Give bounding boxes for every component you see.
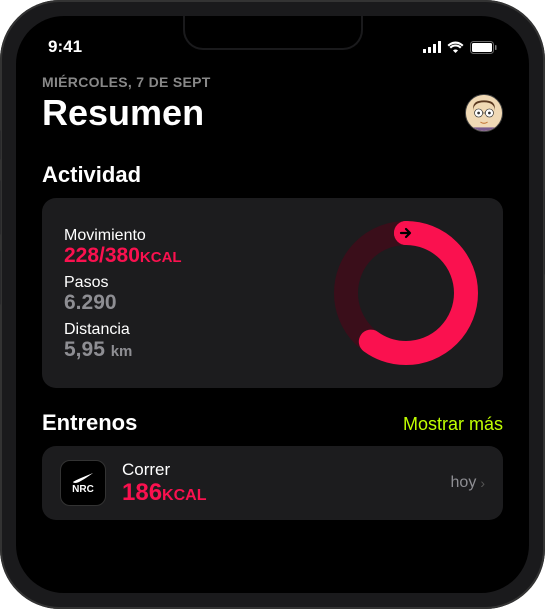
move-ring-icon [331, 218, 481, 368]
activity-section-title: Actividad [42, 162, 503, 188]
workout-time: hoy › [451, 474, 485, 492]
avatar[interactable] [465, 94, 503, 132]
steps-value: 6.290 [64, 292, 182, 313]
nike-swoosh-icon [71, 472, 95, 484]
workout-time-label: hoy [451, 474, 477, 492]
volume-down-button [0, 250, 1, 305]
distance-label: Distancia [64, 321, 182, 339]
steps-metric: Pasos 6.290 [64, 274, 182, 313]
wifi-icon [447, 41, 464, 53]
workout-calories-unit: KCAL [162, 487, 206, 504]
notch [183, 16, 363, 50]
move-value-unit: KCAL [140, 249, 182, 266]
date-label: MIÉRCOLES, 7 DE SEPT [42, 74, 503, 90]
workout-app-label: NRC [72, 484, 94, 495]
chevron-right-icon: › [480, 475, 485, 491]
distance-metric: Distancia 5,95 km [64, 321, 182, 360]
activity-metrics: Movimiento 228/380KCAL Pasos 6.290 Dista… [64, 227, 182, 360]
screen: 9:41 [16, 16, 529, 593]
distance-value: 5,95 km [64, 339, 182, 360]
workout-info: Correr 186KCAL [122, 460, 435, 506]
steps-label: Pasos [64, 274, 182, 292]
workouts-section-header: Entrenos Mostrar más [42, 410, 503, 436]
battery-icon [470, 41, 497, 54]
workout-calories: 186KCAL [122, 480, 435, 506]
cellular-icon [423, 41, 441, 53]
move-value-number: 228/380 [64, 244, 140, 267]
content-area[interactable]: MIÉRCOLES, 7 DE SEPT Resumen [16, 64, 529, 520]
distance-value-number: 5,95 [64, 338, 105, 361]
activity-ring [331, 218, 481, 368]
volume-up-button [0, 180, 1, 235]
workout-name: Correr [122, 460, 435, 480]
workout-card[interactable]: NRC Correr 186KCAL hoy › [42, 446, 503, 520]
move-value: 228/380KCAL [64, 245, 182, 266]
workout-calories-number: 186 [122, 479, 162, 506]
silence-switch [0, 130, 1, 160]
status-icons [423, 41, 497, 54]
move-metric: Movimiento 228/380KCAL [64, 227, 182, 266]
device-frame: 9:41 [0, 0, 545, 609]
workout-app-icon: NRC [60, 460, 106, 506]
show-more-link[interactable]: Mostrar más [403, 414, 503, 435]
avatar-memoji-icon [466, 95, 502, 131]
move-label: Movimiento [64, 227, 182, 245]
header-row: Resumen [42, 92, 503, 134]
activity-card[interactable]: Movimiento 228/380KCAL Pasos 6.290 Dista… [42, 198, 503, 388]
status-time: 9:41 [48, 37, 82, 57]
workouts-section-title: Entrenos [42, 410, 137, 436]
page-title: Resumen [42, 92, 204, 134]
distance-value-unit: km [111, 343, 133, 360]
